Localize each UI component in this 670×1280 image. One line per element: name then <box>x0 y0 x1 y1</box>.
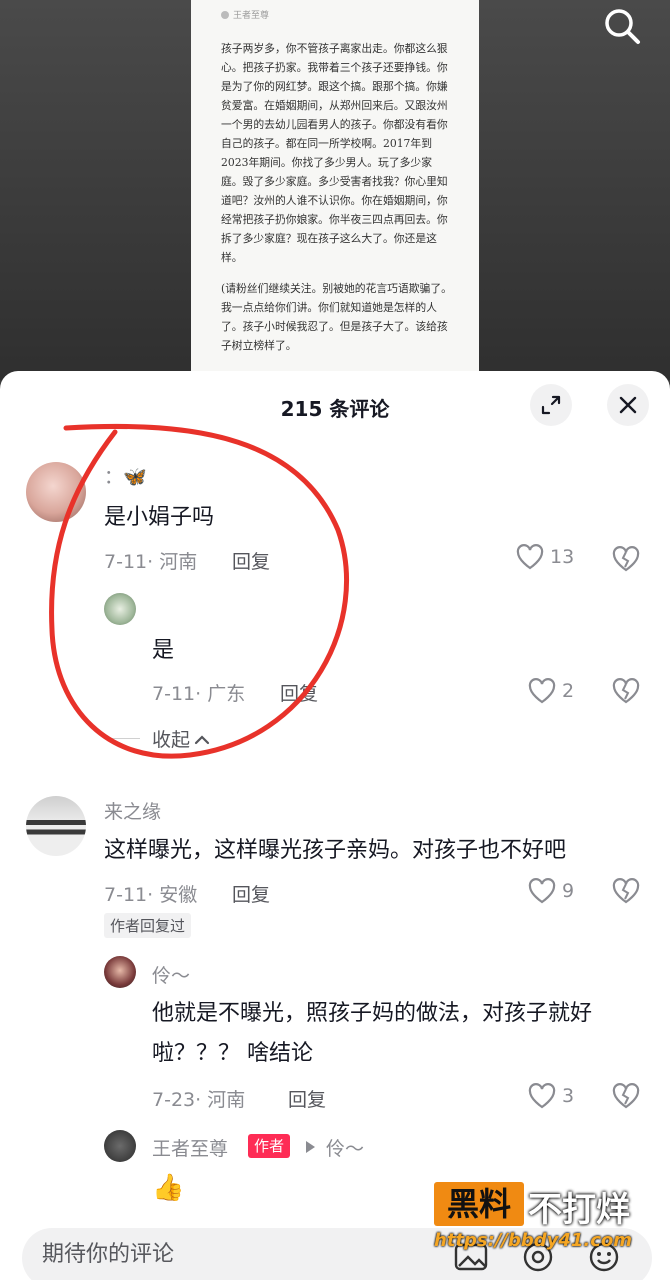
expand-button[interactable] <box>530 384 572 426</box>
collapse-label: 收起 <box>152 729 191 751</box>
like-button[interactable]: 13 <box>516 544 574 570</box>
search-icon[interactable] <box>600 4 644 48</box>
watermark-url: https://bbdy41.com <box>434 1230 633 1251</box>
broken-heart-icon <box>612 1083 640 1109</box>
comment-text[interactable]: 是小娟子吗 <box>104 498 214 538</box>
heart-icon <box>528 678 556 704</box>
dislike-button[interactable] <box>612 1083 640 1113</box>
comment-meta: 7-11· 广东 <box>152 683 246 705</box>
reply-to-username[interactable]: 伶～ <box>326 1134 364 1161</box>
expand-icon <box>541 395 561 415</box>
avatar[interactable] <box>104 593 136 625</box>
like-button[interactable]: 2 <box>528 678 574 704</box>
broken-heart-icon <box>612 678 640 704</box>
reply-button[interactable]: 回复 <box>288 1085 326 1112</box>
dislike-button[interactable] <box>612 878 640 908</box>
comment-username[interactable]: 王者至尊 <box>152 1134 228 1161</box>
comment-username[interactable]: ：🦋 <box>104 462 147 489</box>
divider <box>104 738 140 739</box>
like-count: 9 <box>562 880 575 902</box>
comment-meta: 7-11· 安徽 <box>104 884 198 906</box>
watermark: 黑料 不打烊 https://bbdy41.com <box>434 1180 664 1260</box>
broken-heart-icon <box>612 546 640 572</box>
like-count: 3 <box>562 1085 575 1107</box>
avatar[interactable] <box>104 1130 136 1162</box>
watermark-logo: 黑料 <box>434 1182 524 1226</box>
comment-username[interactable]: 伶～ <box>152 961 190 988</box>
author-icon <box>221 10 229 19</box>
doc-author: 王者至尊 <box>233 11 270 21</box>
comment-meta: 7-23· 河南 <box>152 1089 246 1111</box>
chevron-up-icon <box>194 734 210 744</box>
comment-input[interactable] <box>42 1242 442 1267</box>
close-button[interactable] <box>607 384 649 426</box>
heart-icon <box>528 878 556 904</box>
broken-heart-icon <box>612 878 640 904</box>
video-player[interactable]: 王者至尊 孩子两岁多，你不管孩子离家出走。你都这么狠心。把孩子扔家。我带着三个孩… <box>0 0 670 380</box>
dislike-button[interactable] <box>612 678 640 708</box>
like-button[interactable]: 3 <box>528 1083 574 1109</box>
comment-username[interactable]: 来之缘 <box>104 797 161 824</box>
watermark-text: 不打烊 <box>528 1190 630 1230</box>
author-badge: 作者 <box>248 1134 291 1158</box>
heart-icon <box>528 1083 556 1109</box>
avatar[interactable] <box>26 462 86 522</box>
collapse-button[interactable]: 收起 <box>152 725 210 752</box>
comment-meta: 7-11· 河南 <box>104 551 198 573</box>
like-button[interactable]: 9 <box>528 878 574 904</box>
comment-text[interactable]: 这样曝光，这样曝光孩子亲妈。对孩子也不好吧 <box>104 831 566 871</box>
comment-text[interactable]: 他就是不曝光，照孩子妈的做法，对孩子就好啦？？？ 啥结论 <box>152 994 642 1074</box>
like-count: 2 <box>562 680 575 702</box>
doc-body-text: 孩子两岁多，你不管孩子离家出走。你都这么狠心。把孩子扔家。我带着三个孩子还要挣钱… <box>221 42 448 264</box>
close-icon <box>619 396 637 414</box>
comment-text[interactable]: 是 <box>152 631 174 671</box>
heart-icon <box>516 544 544 570</box>
comment-text[interactable]: 👍 <box>152 1168 184 1208</box>
avatar[interactable] <box>26 796 86 856</box>
reply-button[interactable]: 回复 <box>232 547 270 574</box>
author-replied-badge: 作者回复过 <box>104 913 192 938</box>
reply-button[interactable]: 回复 <box>280 679 318 706</box>
document-image: 王者至尊 孩子两岁多，你不管孩子离家出走。你都这么狠心。把孩子扔家。我带着三个孩… <box>191 0 479 380</box>
avatar[interactable] <box>104 956 136 988</box>
like-count: 13 <box>550 546 575 568</box>
reply-button[interactable]: 回复 <box>232 880 270 907</box>
dislike-button[interactable] <box>612 546 640 576</box>
play-arrow-icon <box>306 1141 315 1153</box>
doc-note-text: (请粉丝们继续关注。别被她的花言巧语欺骗了。我一点点给你们讲。你们就知道她是怎样… <box>221 282 452 352</box>
